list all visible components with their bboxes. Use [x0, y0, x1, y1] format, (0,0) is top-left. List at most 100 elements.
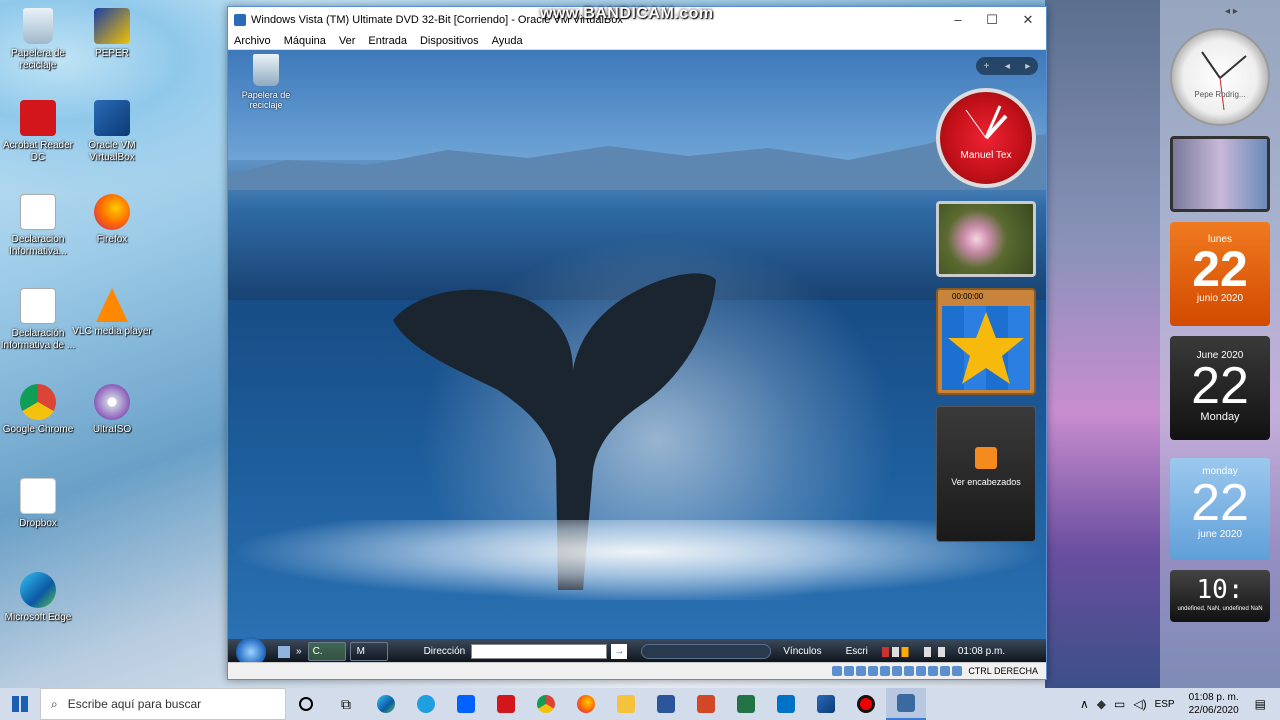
recycle-bin-icon — [23, 8, 53, 44]
taskbar-outlook[interactable] — [766, 688, 806, 720]
vm-status-bar: CTRL DERECHA — [228, 662, 1046, 679]
guest-clock[interactable]: 01:08 p.m. — [958, 646, 1005, 657]
windows-start-button[interactable] — [0, 688, 40, 720]
slideshow-gadget[interactable] — [936, 201, 1036, 277]
taskbar-ie[interactable] — [406, 688, 446, 720]
host-clock-gadget[interactable]: Pepe Rodrig... — [1170, 28, 1270, 126]
network-icon[interactable]: ▭ — [1114, 697, 1125, 711]
desktop-icon-peper[interactable]: PEPER — [72, 8, 152, 60]
cortana-icon — [299, 697, 313, 711]
clock-gadget[interactable]: Manuel Tex — [936, 88, 1036, 188]
shared-folders-status-icon[interactable] — [892, 666, 903, 676]
calendar-day: 22 — [1191, 474, 1249, 532]
notification-center-icon[interactable]: ▤ — [1255, 697, 1266, 711]
vista-start-button[interactable] — [236, 636, 266, 663]
taskbar-edge[interactable] — [366, 688, 406, 720]
video-capture-status-icon[interactable] — [916, 666, 927, 676]
virtualbox-window[interactable]: Windows Vista (TM) Ultimate DVD 32-Bit [… — [227, 6, 1047, 680]
calendar-gadget-orange[interactable]: lunes 22 junio 2020 — [1170, 222, 1270, 326]
taskbar-excel[interactable] — [726, 688, 766, 720]
bandicam-watermark: www.BANDICAM.com — [540, 5, 714, 22]
internet-explorer-icon — [417, 695, 435, 713]
calendar-gadget-blue[interactable]: monday 22 june 2020 — [1170, 458, 1270, 560]
desktop-icon-chrome[interactable]: Google Chrome — [0, 384, 78, 436]
folder-icon — [617, 695, 635, 713]
hdd-status-icon[interactable] — [832, 666, 843, 676]
add-gadget-icon[interactable]: + — [984, 61, 990, 72]
taskbar-firefox[interactable] — [566, 688, 606, 720]
dropbox-tray-icon[interactable]: ◆ — [1097, 697, 1106, 711]
desktop-icon-vlc[interactable]: VLC media player — [72, 288, 152, 338]
taskbar-dropbox[interactable] — [446, 688, 486, 720]
address-input[interactable] — [471, 644, 608, 659]
links-toolbar[interactable]: Vínculos — [783, 646, 821, 657]
cortana-button[interactable] — [286, 688, 326, 720]
maximize-button[interactable]: ☐ — [974, 7, 1010, 32]
desktop-icon-declaracion-2[interactable]: Declaración Informativa de ... — [0, 288, 78, 352]
guest-recycle-bin[interactable]: Papelera de reciclaje — [236, 54, 296, 110]
digital-clock-gadget[interactable]: 10: undefined, NaN, undefined NaN — [1170, 570, 1270, 622]
write-toolbar[interactable]: Escri — [846, 646, 868, 657]
virtualbox-icon — [94, 100, 130, 136]
keyboard-capture-icon[interactable] — [952, 666, 963, 676]
next-icon[interactable]: ▸ — [1233, 6, 1238, 17]
excel-icon — [737, 695, 755, 713]
desktop-icon-firefox[interactable]: Firefox — [72, 194, 152, 246]
minimize-button[interactable]: – — [940, 7, 976, 32]
desktop-icon-ultraiso[interactable]: UltraISO — [72, 384, 152, 436]
task-view-button[interactable]: ⧉ — [326, 688, 366, 720]
taskbar-bandicam[interactable] — [846, 688, 886, 720]
next-icon[interactable]: ▸ — [1025, 61, 1030, 72]
desktop-icon-declaracion-1[interactable]: Declaracion Informativa... — [0, 194, 78, 258]
prev-icon[interactable]: ◂ — [1225, 6, 1230, 17]
host-slideshow-gadget[interactable] — [1170, 136, 1270, 212]
taskbar-virtualbox[interactable] — [806, 688, 846, 720]
menu-ver[interactable]: Ver — [339, 35, 356, 47]
show-hidden-icons-chevron[interactable]: ∧ — [1080, 697, 1089, 711]
show-desktop-icon[interactable] — [278, 645, 290, 658]
volume-icon[interactable]: ◁) — [1133, 697, 1146, 711]
desktop-icon-dropbox[interactable]: Dropbox — [0, 478, 78, 530]
display-status-icon[interactable] — [904, 666, 915, 676]
audio-status-icon[interactable] — [856, 666, 867, 676]
menu-entrada[interactable]: Entrada — [368, 35, 407, 47]
desktop-icon-recycle-bin[interactable]: Papelera de reciclaje — [0, 8, 78, 72]
menu-archivo[interactable]: Archivo — [234, 35, 271, 47]
cpu-status-icon[interactable] — [928, 666, 939, 676]
guest-task-1[interactable]: C. — [307, 642, 346, 661]
desktop-icon-acrobat[interactable]: Acrobat Reader DC — [0, 100, 78, 164]
calendar-gadget-dark[interactable]: June 2020 22 Monday — [1170, 336, 1270, 440]
feed-label[interactable]: Ver encabezados — [937, 477, 1035, 487]
taskbar-acrobat[interactable] — [486, 688, 526, 720]
desktop-icon-edge[interactable]: Microsoft Edge — [0, 572, 78, 624]
menu-maquina[interactable]: Máquina — [284, 35, 326, 47]
menu-ayuda[interactable]: Ayuda — [492, 35, 523, 47]
guest-task-2[interactable]: M — [349, 642, 388, 661]
overflow-chevron-icon[interactable]: » — [296, 646, 302, 657]
taskbar-search-box[interactable]: ⌕ Escribe aquí para buscar — [40, 688, 286, 720]
sat-icon — [20, 288, 56, 324]
mouse-integration-icon[interactable] — [940, 666, 951, 676]
desktop-icon-virtualbox[interactable]: Oracle VM VirtualBox — [72, 100, 152, 164]
feed-headlines-gadget[interactable]: Ver encabezados — [936, 406, 1036, 542]
taskbar-word[interactable] — [646, 688, 686, 720]
media-player-controls[interactable] — [641, 644, 772, 659]
calendar-month: junio 2020 — [1196, 293, 1244, 304]
taskbar-vm-window[interactable] — [886, 688, 926, 720]
guest-vista-desktop[interactable]: Papelera de reciclaje + ◂ ▸ Manuel Tex 0… — [228, 50, 1046, 663]
taskbar-powerpoint[interactable] — [686, 688, 726, 720]
input-language[interactable]: ESP — [1155, 699, 1175, 710]
picture-puzzle-gadget[interactable]: 00:00:00 — [936, 288, 1036, 395]
network-status-icon[interactable] — [868, 666, 879, 676]
optical-status-icon[interactable] — [844, 666, 855, 676]
go-arrow-icon[interactable]: → — [611, 644, 628, 659]
system-clock[interactable]: 01:08 p. m. 22/06/2020 — [1189, 691, 1239, 717]
puzzle-board[interactable] — [942, 306, 1030, 390]
prev-icon[interactable]: ◂ — [1005, 61, 1010, 72]
menu-dispositivos[interactable]: Dispositivos — [420, 35, 479, 47]
peper-icon — [94, 8, 130, 44]
close-button[interactable]: ✕ — [1010, 7, 1046, 32]
taskbar-file-explorer[interactable] — [606, 688, 646, 720]
usb-status-icon[interactable] — [880, 666, 891, 676]
taskbar-chrome[interactable] — [526, 688, 566, 720]
